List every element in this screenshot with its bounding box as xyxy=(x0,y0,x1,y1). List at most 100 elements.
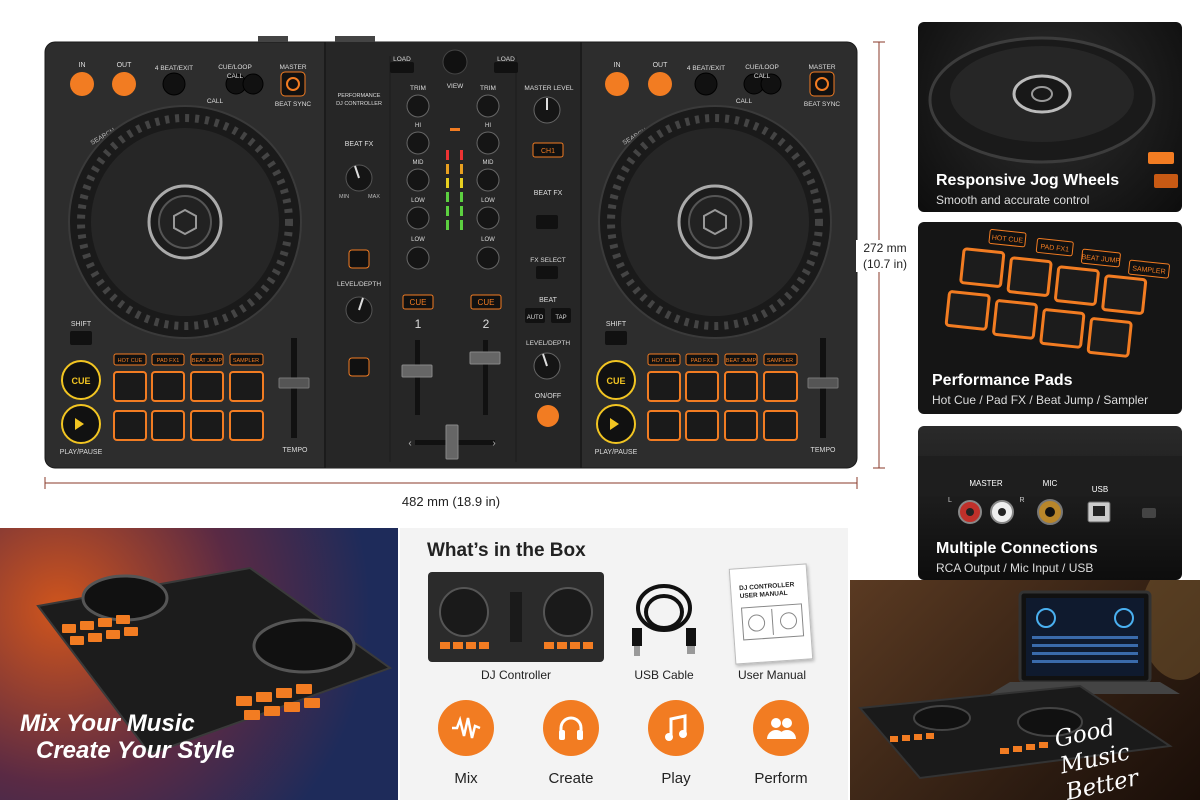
manual-diagram-icon xyxy=(740,603,805,641)
label-min: MIN xyxy=(339,194,349,200)
load-button-b[interactable] xyxy=(494,62,518,73)
label-max: MAX xyxy=(368,194,380,200)
use-label-mix: Mix xyxy=(454,770,478,787)
feature-performance-pads: HOT CUE PAD FX1 BEAT JUMP SAMPLER Perfor… xyxy=(918,222,1182,414)
pad-mode-hot-cue: HOT CUE xyxy=(118,358,143,364)
label-call-2: CALL xyxy=(207,98,224,105)
label-performance: PERFORMANCE xyxy=(338,93,381,99)
label-call-2-b: CALL xyxy=(736,98,753,105)
label-beat-sync: BEAT SYNC xyxy=(275,101,312,108)
label-mid-1: MID xyxy=(413,160,425,166)
width-label: 482 mm (18.9 in) xyxy=(402,494,500,509)
label-master: MASTER xyxy=(279,64,306,71)
label-level-depth-2: LEVEL/DEPTH xyxy=(526,340,570,347)
label-level-depth: LEVEL/DEPTH xyxy=(337,281,381,288)
pad-mode-sampler-b: SAMPLER xyxy=(767,358,793,364)
4-beat-exit-button[interactable] xyxy=(162,72,186,96)
fx-on-off-button[interactable] xyxy=(537,405,559,427)
label-play-pause: PLAY/PAUSE xyxy=(60,449,103,456)
label-load-b: LOAD xyxy=(497,56,515,63)
label-auto: AUTO xyxy=(527,315,544,321)
waveform-icon xyxy=(438,700,494,756)
feature-subtitle-pads: Hot Cue / Pad FX / Beat Jump / Sampler xyxy=(932,393,1149,407)
4-beat-exit-button-b[interactable] xyxy=(694,72,718,96)
label-cue-button: CUE xyxy=(71,376,90,386)
label-mid-2: MID xyxy=(483,160,495,166)
label-beat-fx: BEAT FX xyxy=(345,141,374,148)
label-out: OUT xyxy=(117,62,133,69)
label-trim-2: TRIM xyxy=(480,85,496,92)
lifestyle-vibes-panel: Good Music Better Vibes xyxy=(850,580,1200,800)
use-play: Play xyxy=(638,700,714,787)
label-cue-button-b: CUE xyxy=(606,376,625,386)
use-label-perform: Perform xyxy=(754,770,808,787)
label-hi-1: HI xyxy=(415,123,421,129)
label-cue-1: CUE xyxy=(410,298,427,307)
shift-button-b[interactable] xyxy=(605,331,627,345)
label-low-1b: LOW xyxy=(411,237,425,243)
use-label-play: Play xyxy=(661,770,691,787)
label-trim-1: TRIM xyxy=(410,85,426,92)
feature-connections: MASTER MIC USB L R Multiple Connections … xyxy=(918,426,1182,580)
port-usb: USB xyxy=(1092,485,1108,494)
browse-knob[interactable] xyxy=(442,49,468,75)
in-button-b[interactable] xyxy=(605,72,629,96)
feature-title-connections: Multiple Connections xyxy=(936,540,1098,557)
label-dj-controller: DJ CONTROLLER xyxy=(336,101,382,107)
label-low-1: LOW xyxy=(411,198,425,204)
out-button[interactable] xyxy=(112,72,136,96)
user-manual-image: DJ CONTROLLER USER MANUAL xyxy=(728,563,814,665)
label-fx-beat: BEAT FX xyxy=(534,190,563,197)
feature-title: Responsive Jog Wheels xyxy=(936,172,1120,189)
feature-jog-wheels: Responsive Jog Wheels Smooth and accurat… xyxy=(918,22,1182,212)
label-low-2b: LOW xyxy=(481,237,495,243)
slogan-line-2: Create Your Style xyxy=(36,737,235,764)
fx-beat-switch[interactable] xyxy=(536,215,558,229)
label-cue-loop-b: CUE/LOOP xyxy=(745,64,779,71)
box-item-usb: USB Cable xyxy=(634,668,694,682)
feature-subtitle-connections: RCA Output / Mic Input / USB xyxy=(936,561,1094,575)
pad-mode-pad-fx1: PAD FX1 xyxy=(157,358,180,364)
master-button-b[interactable] xyxy=(809,71,835,97)
use-perform: Perform xyxy=(743,700,819,787)
label-tempo-b: TEMPO xyxy=(811,447,836,454)
label-tempo: TEMPO xyxy=(283,447,308,454)
slogan-line-1: Mix Your Music xyxy=(20,710,195,737)
controller-diagram: IN OUT 4 BEAT/EXIT CUE/LOOP CALL CALL MA… xyxy=(44,36,885,509)
channel-fader-2[interactable] xyxy=(483,340,488,415)
box-title: What’s in the Box xyxy=(427,540,586,561)
use-create: Create xyxy=(533,700,609,787)
label-master-b: MASTER xyxy=(808,64,835,71)
dimension-width: 482 mm (18.9 in) xyxy=(44,477,858,509)
label-cue-2: CUE xyxy=(478,298,495,307)
label-cue-loop: CUE/LOOP xyxy=(218,64,252,71)
label-channel-2: 2 xyxy=(483,317,490,331)
use-mix: Mix xyxy=(428,700,504,787)
load-button-a[interactable] xyxy=(390,62,414,73)
depth-mm: 272 mm xyxy=(863,241,907,255)
label-channel-1: 1 xyxy=(415,317,422,331)
in-button[interactable] xyxy=(70,72,94,96)
label-in: IN xyxy=(79,62,86,69)
pad-mode-pad-fx1-b: PAD FX1 xyxy=(691,358,714,364)
label-shift-b: SHIFT xyxy=(606,321,627,328)
shift-button-a[interactable] xyxy=(70,331,92,345)
label-hi-2: HI xyxy=(485,123,491,129)
pad-mode-beat-jump: BEAT JUMP xyxy=(192,358,223,364)
headphones-icon xyxy=(543,700,599,756)
people-icon xyxy=(753,700,809,756)
fx-on-button[interactable] xyxy=(348,357,370,377)
fx-tap-button[interactable] xyxy=(348,249,370,269)
feature-subtitle: Smooth and accurate control xyxy=(936,193,1090,207)
box-item-controller: DJ Controller xyxy=(480,668,552,682)
box-controller-image xyxy=(428,572,604,662)
label-view: VIEW xyxy=(447,83,464,90)
cue-loop-call-right[interactable] xyxy=(242,73,264,95)
master-button[interactable] xyxy=(280,71,306,97)
port-mic: MIC xyxy=(1043,479,1058,488)
label-out-b: OUT xyxy=(653,62,669,69)
label-in-b: IN xyxy=(614,62,621,69)
out-button-b[interactable] xyxy=(648,72,672,96)
port-r: R xyxy=(1019,497,1024,504)
fx-select-button[interactable] xyxy=(536,266,558,279)
